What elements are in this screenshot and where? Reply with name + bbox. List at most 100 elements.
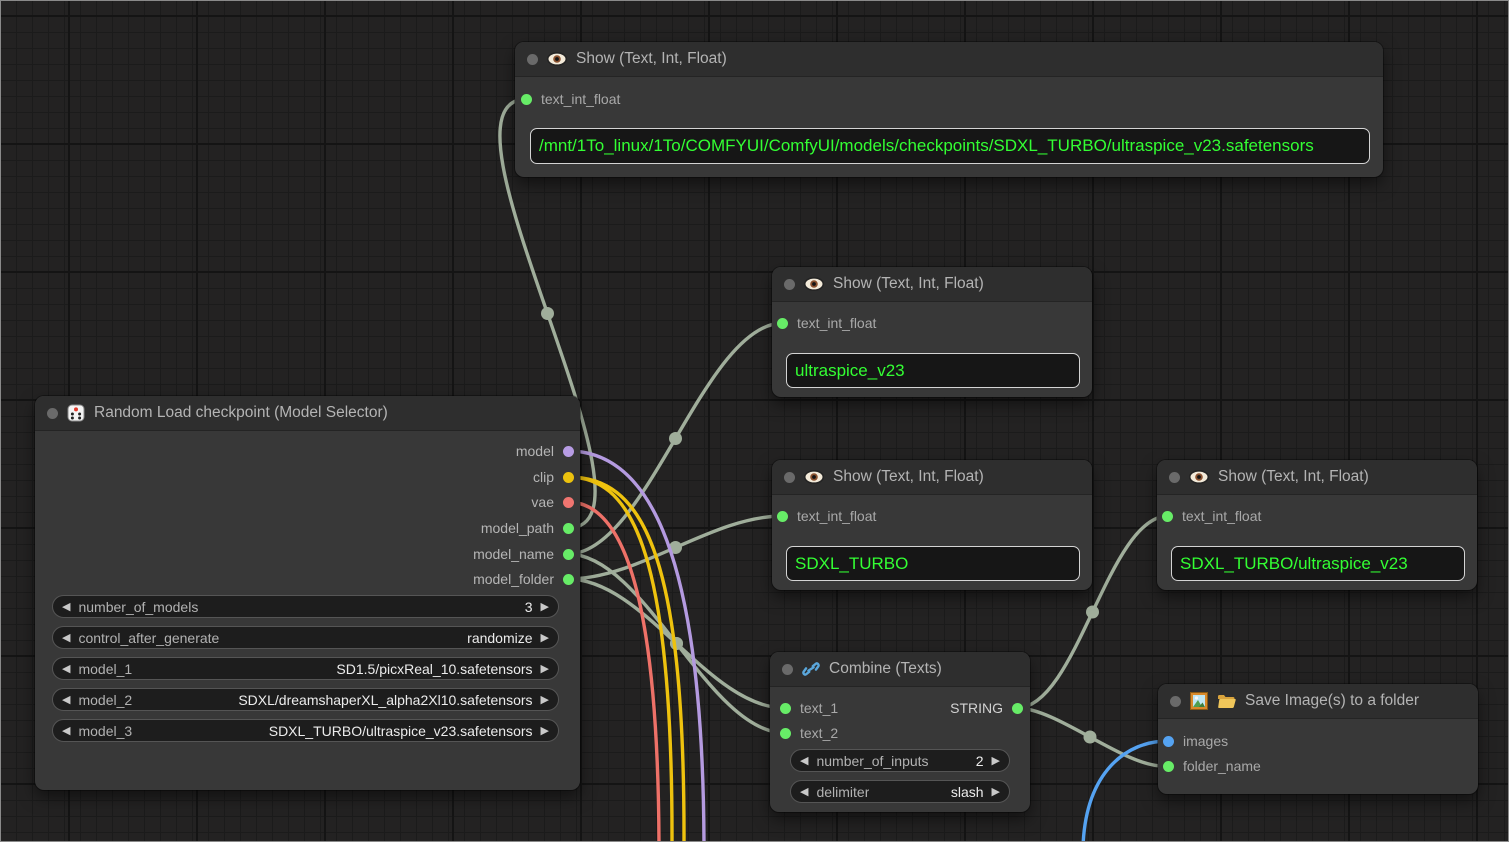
widget-value[interactable]: randomize bbox=[467, 630, 532, 646]
input-port-dot[interactable] bbox=[777, 511, 788, 522]
decrement-arrow-icon[interactable]: ◀ bbox=[800, 785, 808, 798]
output-port-dot-model-name[interactable] bbox=[563, 549, 574, 560]
widget-model-3[interactable]: ◀ model_3 SDXL_TURBO/ultraspice_v23.safe… bbox=[52, 719, 559, 742]
output-slot-vae[interactable]: vae bbox=[531, 491, 574, 513]
node-title-bar[interactable]: Random Load checkpoint (Model Selector) bbox=[35, 396, 580, 431]
increment-arrow-icon[interactable]: ▶ bbox=[541, 600, 549, 613]
widget-value[interactable]: slash bbox=[951, 784, 984, 800]
input-port-dot-images[interactable] bbox=[1163, 736, 1174, 747]
comfyui-graph-canvas[interactable]: { "ui": { "arrow_left": "◀", "arrow_righ… bbox=[0, 0, 1509, 842]
node-title: Show (Text, Int, Float) bbox=[1218, 468, 1369, 486]
output-slot-label: model bbox=[516, 443, 554, 459]
input-port-dot-folder-name[interactable] bbox=[1163, 761, 1174, 772]
decrement-arrow-icon[interactable]: ◀ bbox=[62, 631, 70, 644]
node-title: Random Load checkpoint (Model Selector) bbox=[94, 404, 388, 422]
widget-model-2[interactable]: ◀ model_2 SDXL/dreamshaperXL_alpha2Xl10.… bbox=[52, 688, 559, 711]
node-title-bar[interactable]: Show (Text, Int, Float) bbox=[515, 42, 1383, 77]
widget-value[interactable]: SD1.5/picxReal_10.safetensors bbox=[336, 661, 532, 677]
input-port-dot[interactable] bbox=[1162, 511, 1173, 522]
increment-arrow-icon[interactable]: ▶ bbox=[541, 631, 549, 644]
display-text-value[interactable]: SDXL_TURBO/ultraspice_v23 bbox=[1171, 546, 1465, 581]
input-slot-text-int-float[interactable]: text_int_float bbox=[1162, 505, 1261, 527]
input-slot-text-int-float[interactable]: text_int_float bbox=[777, 312, 876, 334]
input-slot-text-int-float[interactable]: text_int_float bbox=[521, 88, 620, 110]
wire-midpoint-dot bbox=[541, 307, 554, 320]
widget-control-after-generate[interactable]: ◀ control_after_generate randomize ▶ bbox=[52, 626, 559, 649]
decrement-arrow-icon[interactable]: ◀ bbox=[62, 724, 70, 737]
collapse-dot[interactable] bbox=[1170, 696, 1181, 707]
display-text-value[interactable]: SDXL_TURBO bbox=[786, 546, 1080, 581]
collapse-dot[interactable] bbox=[784, 472, 795, 483]
input-slot-label: text_int_float bbox=[1182, 508, 1261, 524]
dice-icon bbox=[67, 404, 85, 422]
node-show-text-folder[interactable]: Show (Text, Int, Float) text_int_float S… bbox=[772, 460, 1092, 590]
node-title-bar[interactable]: Show (Text, Int, Float) bbox=[1157, 460, 1477, 495]
widget-name: model_1 bbox=[78, 661, 132, 677]
collapse-dot[interactable] bbox=[527, 54, 538, 65]
output-slot-string[interactable]: STRING bbox=[950, 697, 1023, 719]
node-combine-texts[interactable]: Combine (Texts) text_1 text_2 STRING ◀ n… bbox=[770, 652, 1030, 812]
display-text-value[interactable]: ultraspice_v23 bbox=[786, 353, 1080, 388]
node-show-text-path[interactable]: Show (Text, Int, Float) text_int_float /… bbox=[515, 42, 1383, 177]
node-show-text-name[interactable]: Show (Text, Int, Float) text_int_float u… bbox=[772, 267, 1092, 397]
input-port-dot[interactable] bbox=[780, 728, 791, 739]
node-title: Save Image(s) to a folder bbox=[1245, 692, 1419, 710]
collapse-dot[interactable] bbox=[1169, 472, 1180, 483]
node-title-bar[interactable]: Show (Text, Int, Float) bbox=[772, 460, 1092, 495]
node-save-images-to-folder[interactable]: Save Image(s) to a folder images folder_… bbox=[1158, 684, 1478, 794]
output-port-dot-string[interactable] bbox=[1012, 703, 1023, 714]
node-show-text-combined[interactable]: Show (Text, Int, Float) text_int_float S… bbox=[1157, 460, 1477, 590]
output-slot-label: clip bbox=[533, 469, 554, 485]
decrement-arrow-icon[interactable]: ◀ bbox=[800, 754, 808, 767]
widget-value[interactable]: SDXL_TURBO/ultraspice_v23.safetensors bbox=[269, 723, 533, 739]
collapse-dot[interactable] bbox=[47, 408, 58, 419]
widget-delimiter[interactable]: ◀ delimiter slash ▶ bbox=[790, 780, 1010, 803]
input-port-dot[interactable] bbox=[780, 703, 791, 714]
output-slot-model-path[interactable]: model_path bbox=[481, 517, 574, 539]
input-slot-label: text_int_float bbox=[797, 508, 876, 524]
widget-number-of-models[interactable]: ◀ number_of_models 3 ▶ bbox=[52, 595, 559, 618]
output-port-dot-model-path[interactable] bbox=[563, 523, 574, 534]
widget-number-of-inputs[interactable]: ◀ number_of_inputs 2 ▶ bbox=[790, 749, 1010, 772]
input-slot-label: images bbox=[1183, 733, 1228, 749]
node-title-bar[interactable]: Combine (Texts) bbox=[770, 652, 1030, 687]
input-slot-text-2[interactable]: text_2 bbox=[780, 722, 838, 744]
output-slot-model[interactable]: model bbox=[516, 440, 574, 462]
increment-arrow-icon[interactable]: ▶ bbox=[541, 662, 549, 675]
increment-arrow-icon[interactable]: ▶ bbox=[992, 785, 1000, 798]
display-text-value[interactable]: /mnt/1To_linux/1To/COMFYUI/ComfyUI/model… bbox=[530, 128, 1370, 164]
decrement-arrow-icon[interactable]: ◀ bbox=[62, 693, 70, 706]
widget-value[interactable]: 2 bbox=[976, 753, 984, 769]
widget-value[interactable]: SDXL/dreamshaperXL_alpha2Xl10.safetensor… bbox=[238, 692, 532, 708]
output-port-dot-model-folder[interactable] bbox=[563, 574, 574, 585]
collapse-dot[interactable] bbox=[782, 664, 793, 675]
increment-arrow-icon[interactable]: ▶ bbox=[541, 724, 549, 737]
node-title-bar[interactable]: Show (Text, Int, Float) bbox=[772, 267, 1092, 302]
output-port-dot-vae[interactable] bbox=[563, 497, 574, 508]
input-port-dot[interactable] bbox=[777, 318, 788, 329]
input-slot-folder-name[interactable]: folder_name bbox=[1163, 755, 1261, 777]
output-slot-clip[interactable]: clip bbox=[533, 466, 574, 488]
node-random-load-checkpoint[interactable]: Random Load checkpoint (Model Selector) … bbox=[35, 396, 580, 790]
output-slot-label: model_name bbox=[473, 546, 554, 562]
input-port-dot[interactable] bbox=[521, 94, 532, 105]
framed-picture-icon bbox=[1190, 692, 1208, 710]
decrement-arrow-icon[interactable]: ◀ bbox=[62, 662, 70, 675]
node-title-bar[interactable]: Save Image(s) to a folder bbox=[1158, 684, 1478, 719]
input-slot-text-int-float[interactable]: text_int_float bbox=[777, 505, 876, 527]
decrement-arrow-icon[interactable]: ◀ bbox=[62, 600, 70, 613]
output-port-dot-model[interactable] bbox=[563, 446, 574, 457]
collapse-dot[interactable] bbox=[784, 279, 795, 290]
increment-arrow-icon[interactable]: ▶ bbox=[541, 693, 549, 706]
output-slot-model-folder[interactable]: model_folder bbox=[473, 568, 574, 590]
widget-model-1[interactable]: ◀ model_1 SD1.5/picxReal_10.safetensors … bbox=[52, 657, 559, 680]
widget-name: model_2 bbox=[78, 692, 132, 708]
link-icon bbox=[802, 661, 820, 677]
eye-icon bbox=[1189, 470, 1209, 484]
input-slot-text-1[interactable]: text_1 bbox=[780, 697, 838, 719]
increment-arrow-icon[interactable]: ▶ bbox=[992, 754, 1000, 767]
output-slot-model-name[interactable]: model_name bbox=[473, 543, 574, 565]
widget-value[interactable]: 3 bbox=[525, 599, 533, 615]
output-port-dot-clip[interactable] bbox=[563, 472, 574, 483]
input-slot-images[interactable]: images bbox=[1163, 730, 1228, 752]
